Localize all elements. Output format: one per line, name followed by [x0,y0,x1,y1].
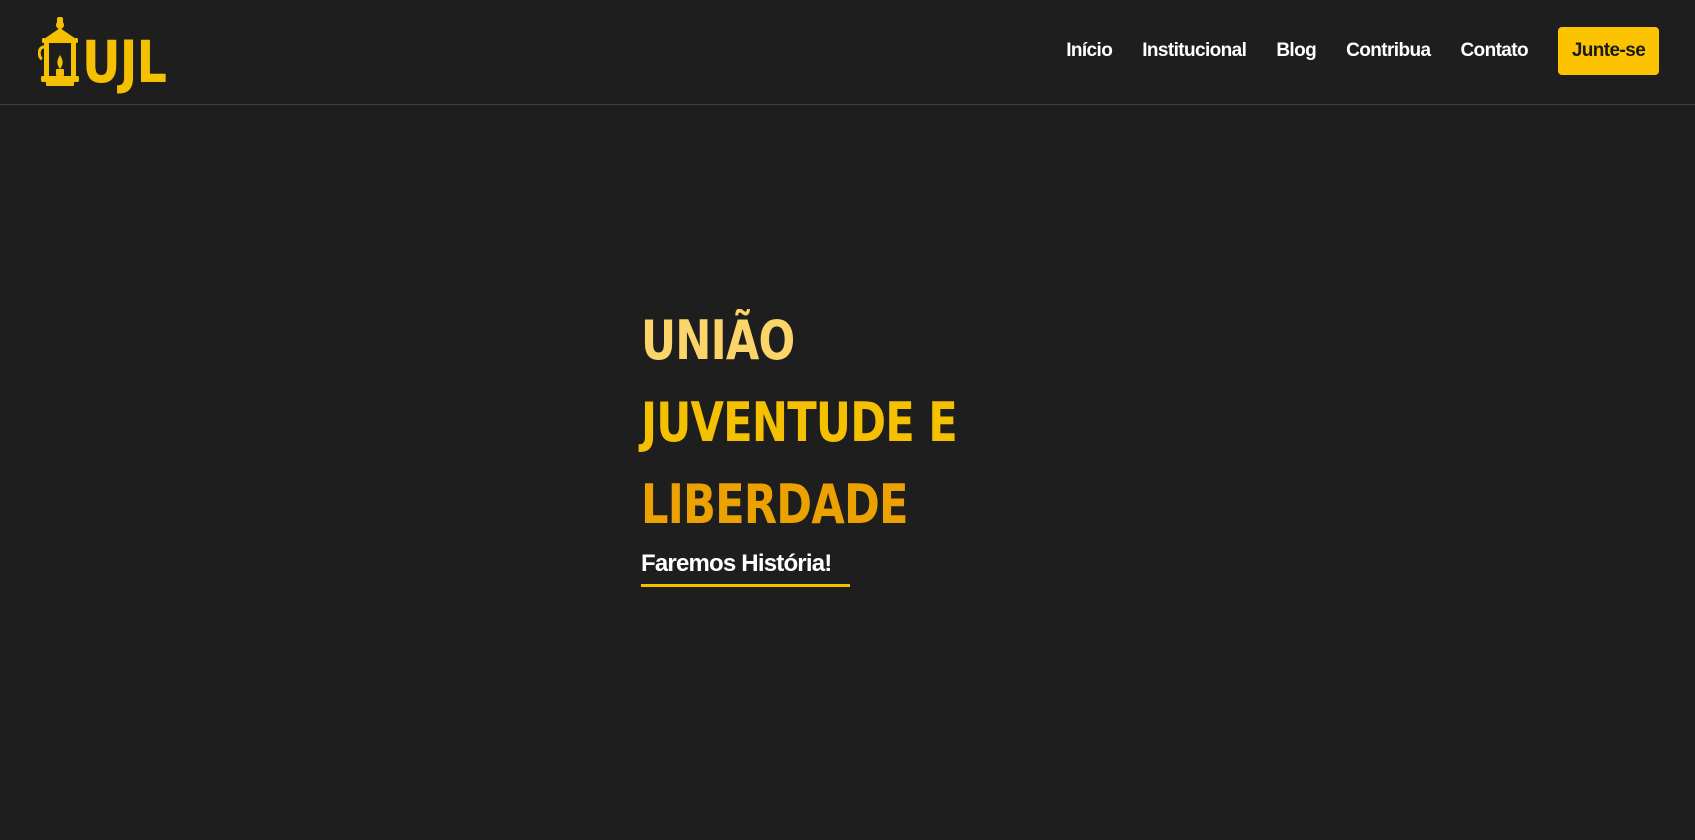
nav-link-contribua[interactable]: Contribua [1346,40,1431,62]
site-logo-link[interactable]: UJL [38,17,185,91]
hero-title-line-1: UNIÃO [641,309,795,372]
top-navbar: UJL Início Institucional Blog Contribua … [0,0,1695,105]
page: UJL Início Institucional Blog Contribua … [0,0,1695,840]
logo-text: UJL [82,28,167,96]
hero-title-line-2: JUVENTUDE E [641,391,958,454]
hero-title-line-3: LIBERDADE [641,473,909,536]
join-button[interactable]: Junte-se [1558,27,1659,75]
main-menu: Início Institucional Blog Contribua Cont… [1066,27,1659,75]
hero-tagline: Faremos História! [641,550,850,587]
nav-link-blog[interactable]: Blog [1276,40,1316,62]
lantern-icon [38,17,82,87]
nav-link-institucional[interactable]: Institucional [1142,40,1247,62]
nav-link-contato[interactable]: Contato [1460,40,1528,62]
nav-link-inicio[interactable]: Início [1066,40,1113,62]
hero-section: UNIÃO JUVENTUDE E LIBERDADE Faremos Hist… [641,300,1036,587]
